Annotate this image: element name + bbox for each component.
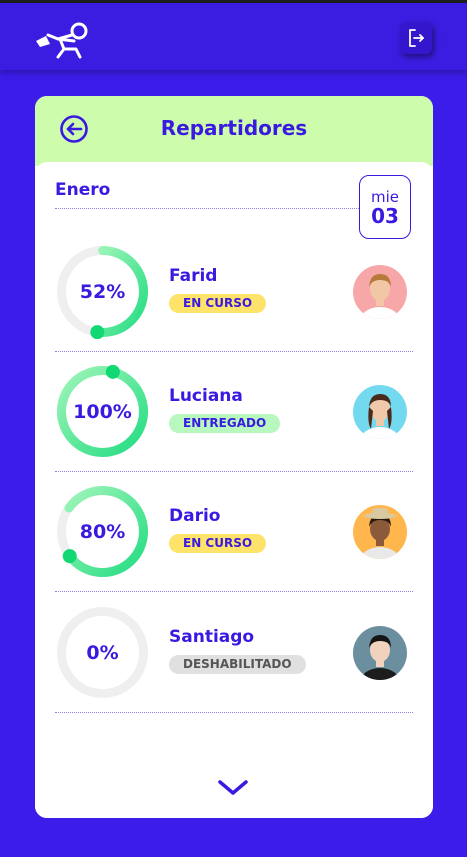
- deliverer-row[interactable]: 100% Luciana ENTREGADO: [55, 352, 413, 472]
- page-title: Repartidores: [160, 116, 308, 140]
- deliverer-name: Luciana: [169, 386, 243, 406]
- avatar: [353, 505, 407, 559]
- person-icon: [360, 274, 400, 319]
- deliverers-card: Repartidores Enero mie 03 52% Farid EN CUR…: [35, 96, 433, 818]
- month-label: Enero: [55, 180, 411, 209]
- status-badge: ENTREGADO: [169, 414, 281, 433]
- logout-button[interactable]: [400, 22, 432, 54]
- deliverer-row[interactable]: 0% Santiago DESHABILITADO: [55, 593, 413, 713]
- person-icon: [360, 394, 400, 439]
- chevron-down-icon[interactable]: [216, 776, 250, 798]
- card-header: Repartidores: [35, 96, 433, 166]
- top-bar: [0, 0, 467, 70]
- status-badge: EN CURSO: [169, 294, 267, 313]
- avatar: [353, 385, 407, 439]
- status-badge: EN CURSO: [169, 534, 267, 553]
- progress-percentage: 100%: [73, 400, 132, 423]
- avatar: [353, 626, 407, 680]
- deliverer-name: Farid: [169, 266, 218, 286]
- avatar: [353, 265, 407, 319]
- deliverer-name: Santiago: [169, 627, 255, 647]
- date-selector[interactable]: mie 03: [359, 175, 411, 239]
- status-badge: DESHABILITADO: [169, 655, 306, 674]
- progress-percentage: 80%: [79, 520, 126, 543]
- logout-icon: [409, 29, 424, 47]
- person-icon: [360, 508, 400, 559]
- deliverer-row[interactable]: 80% Dario EN CURSO: [55, 472, 413, 592]
- progress-percentage: 0%: [86, 641, 119, 664]
- date-day-number: 03: [371, 204, 399, 228]
- person-icon: [360, 635, 400, 680]
- progress-percentage: 52%: [79, 280, 126, 303]
- deliverer-row[interactable]: 52% Farid EN CURSO: [55, 232, 413, 352]
- deliverer-name: Dario: [169, 506, 221, 526]
- date-day-name: mie: [370, 188, 399, 206]
- runner-logo-icon[interactable]: [34, 19, 94, 61]
